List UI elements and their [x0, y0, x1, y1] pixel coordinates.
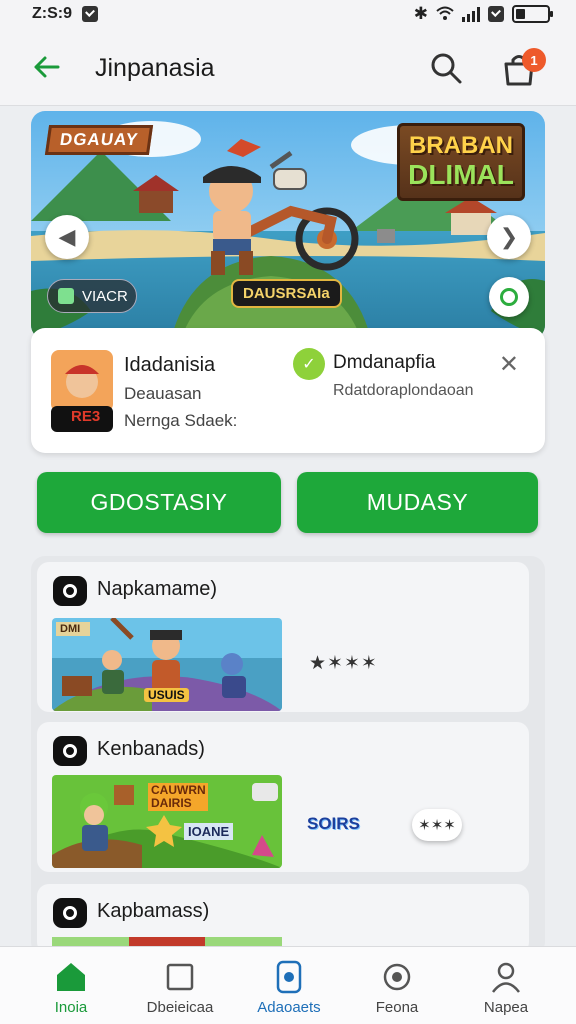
nav-profile[interactable]: Napea [456, 959, 556, 1016]
hero-title-line1: BRABAN [409, 132, 513, 160]
image-icon [488, 6, 504, 22]
page-title: Jinpanasia [95, 54, 215, 82]
chevron-left-icon: ◀ [58, 224, 76, 249]
rotate-icon [383, 963, 411, 991]
home-icon [57, 963, 85, 991]
gamepad-icon [53, 898, 87, 928]
hero-pill[interactable]: VIACR [47, 279, 137, 313]
profile-icon [492, 962, 520, 993]
game-detail: Nernga Sdaek: [124, 411, 238, 430]
square-icon [166, 963, 194, 991]
nav-apps[interactable]: Adaoaets [239, 959, 339, 1016]
chat-button[interactable] [489, 277, 529, 317]
status-time: Z:S:9 [32, 5, 72, 22]
publisher-logo: SOIRS [307, 814, 360, 833]
rating-chip[interactable]: ✶✶✶ [412, 809, 462, 841]
close-icon[interactable]: ✕ [499, 350, 519, 379]
primary-button[interactable]: GDOSTASIY [37, 472, 281, 533]
hero-tag: DGAUAY [44, 125, 154, 155]
thumbnail-title: CAUWRN DAIRIS [148, 783, 208, 812]
thumbnail-caption: IOANE [184, 823, 234, 840]
chat-icon [500, 288, 518, 306]
thumbnail-tag: DMI [60, 623, 81, 635]
rating-stars: ★✶✶✶ [309, 653, 378, 674]
bottom-navigation: Inoia Dbeieicaa Adaoaets Feona Napea [0, 946, 576, 1024]
gamepad-icon [53, 736, 87, 766]
nav-library[interactable]: Dbeieicaa [130, 959, 230, 1016]
section-title: Napkamame) [97, 578, 218, 600]
game-title: Idadanisia [124, 354, 216, 376]
developer-name: Dmdanapfia [333, 352, 436, 373]
nav-library-label: Dbeieicaa [146, 999, 214, 1016]
status-bar: Z:S:9 ✱ [0, 0, 576, 28]
hero-pill-label: VIACR [82, 287, 128, 305]
verified-icon: ✓ [293, 348, 325, 380]
nav-profile-label: Napea [483, 999, 529, 1016]
hero-title-line2: DLIMAL [408, 158, 514, 190]
nav-apps-label: Adaoaets [257, 999, 321, 1016]
hero-caption: DAUSRSAIa [231, 279, 342, 308]
check-icon [82, 6, 98, 22]
video-icon [58, 288, 74, 304]
section-thumbnail[interactable]: CAUWRN DAIRIS IOANE [52, 775, 282, 868]
wifi-icon [436, 6, 454, 20]
chevron-right-icon: ❯ [499, 224, 519, 249]
developer-detail: Rdatdoraplondaoan [333, 382, 474, 399]
game-avatar-badge: RE3 [71, 408, 101, 425]
prev-arrow-button[interactable]: ◀ [45, 215, 89, 259]
game-info-card: RE3 Idadanisia Deauasan Nernga Sdaek: ✓ … [31, 328, 545, 453]
app-bar: Jinpanasia [0, 28, 576, 106]
nav-home[interactable]: Inoia [21, 959, 121, 1016]
gamepad-icon [53, 576, 87, 606]
secondary-button[interactable]: MUDASY [297, 472, 538, 533]
cart-badge: 1 [522, 48, 546, 72]
list-item[interactable]: Kenbanads) CAUWRN DAIRIS IOANE SOIRS ✶✶✶ [37, 722, 529, 872]
next-arrow-button[interactable]: ❯ [487, 215, 531, 259]
device-icon [276, 960, 302, 994]
search-icon[interactable] [428, 50, 464, 86]
list-item[interactable]: Napkamame) DMI USUIS ★✶✶✶ [37, 562, 529, 712]
arrow-left-icon[interactable] [30, 50, 64, 84]
nav-feed[interactable]: Feona [347, 959, 447, 1016]
section-title: Kapbamass) [97, 900, 210, 922]
hero-banner[interactable]: DGAUAY BRABAN DLIMAL DAUSRSAIa VIACR ◀ ❯ [31, 111, 545, 339]
signal-icon [462, 6, 480, 22]
bluetooth-icon: ✱ [413, 4, 428, 23]
nav-home-label: Inoia [54, 999, 88, 1016]
hero-title: BRABAN DLIMAL [397, 123, 525, 201]
game-subtitle: Deauasan [124, 384, 202, 403]
section-thumbnail[interactable]: DMI USUIS [52, 618, 282, 711]
nav-feed-label: Feona [375, 999, 419, 1016]
battery-icon [512, 5, 553, 23]
thumbnail-caption: USUIS [144, 688, 189, 702]
section-title: Kenbanads) [97, 738, 205, 760]
